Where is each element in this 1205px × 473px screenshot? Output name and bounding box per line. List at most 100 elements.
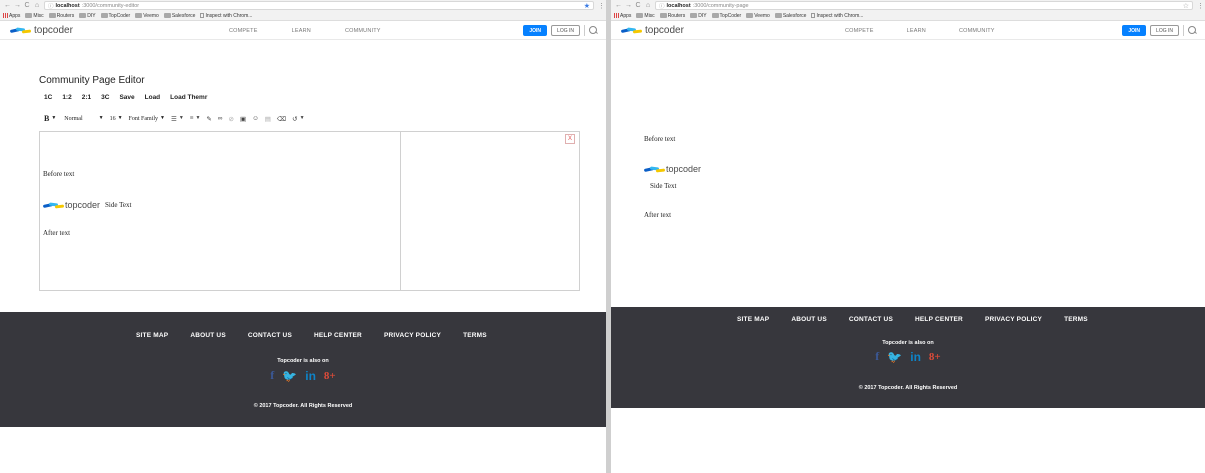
align-dropdown[interactable]: ≡ ▼ bbox=[190, 115, 201, 122]
bookmark-routers[interactable]: Routers bbox=[48, 13, 74, 19]
bookmark-misc[interactable]: Misc bbox=[636, 13, 655, 19]
bookmark-inspect[interactable]: Inspect with Chrom... bbox=[811, 13, 863, 19]
font-size-dropdown[interactable]: 16 ▼ bbox=[110, 116, 123, 122]
home-icon[interactable]: ⌂ bbox=[34, 2, 40, 10]
font-size-value: 16 bbox=[109, 115, 116, 122]
bookmark-veemo[interactable]: Veemo bbox=[746, 13, 770, 19]
before-text[interactable]: Before text bbox=[43, 170, 74, 178]
list-dropdown[interactable]: ☰ ▼ bbox=[171, 115, 184, 123]
load-theme-button[interactable]: Load Themr bbox=[170, 94, 207, 101]
bookmark-veemo[interactable]: Veemo bbox=[135, 13, 159, 19]
home-icon[interactable]: ⌂ bbox=[645, 2, 651, 10]
footer-link-help-center[interactable]: HELP CENTER bbox=[314, 332, 362, 339]
bookmark-apps[interactable]: Apps bbox=[614, 13, 631, 19]
bookmark-star-icon[interactable]: ☆ bbox=[1183, 2, 1189, 10]
save-button[interactable]: Save bbox=[119, 94, 134, 101]
bookmark-label: Misc bbox=[33, 12, 44, 19]
url-field[interactable]: ⓘ localhost:3000/community-editor ★ bbox=[44, 1, 594, 10]
layout-1-2-button[interactable]: 1:2 bbox=[62, 94, 71, 101]
back-icon[interactable]: ← bbox=[4, 2, 11, 10]
footer-link-about-us[interactable]: ABOUT US bbox=[791, 316, 827, 323]
image-icon[interactable]: ▣ bbox=[240, 115, 246, 123]
bookmark-diy[interactable]: DIY bbox=[690, 13, 707, 19]
twitter-icon[interactable]: 🐦 bbox=[282, 369, 297, 383]
back-icon[interactable]: ← bbox=[615, 2, 622, 10]
after-text[interactable]: After text bbox=[43, 229, 70, 237]
nav-compete[interactable]: COMPETE bbox=[229, 28, 258, 34]
load-button[interactable]: Load bbox=[145, 94, 161, 101]
embed-icon[interactable]: ▤ bbox=[265, 115, 271, 123]
history-dropdown[interactable]: ↺ ▼ bbox=[292, 115, 304, 123]
search-icon[interactable] bbox=[1188, 26, 1197, 35]
forward-icon[interactable]: → bbox=[625, 2, 632, 10]
url-field[interactable]: ⓘ localhost:3000/community-page ☆ bbox=[655, 1, 1193, 10]
twitter-icon[interactable]: 🐦 bbox=[887, 350, 902, 364]
menu-kebab-icon[interactable]: ⋮ bbox=[598, 2, 605, 10]
layout-2-1-button[interactable]: 2:1 bbox=[82, 94, 91, 101]
nav-compete[interactable]: COMPETE bbox=[845, 28, 874, 34]
bookmark-topcoder[interactable]: TopCoder bbox=[100, 13, 130, 19]
footer-link-site-map[interactable]: SITE MAP bbox=[136, 332, 168, 339]
bookmark-topcoder[interactable]: TopCoder bbox=[711, 13, 741, 19]
bookmark-routers[interactable]: Routers bbox=[659, 13, 685, 19]
reload-icon[interactable]: C bbox=[24, 2, 30, 10]
bookmark-inspect[interactable]: Inspect with Chrom... bbox=[200, 13, 252, 19]
footer-link-help-center[interactable]: HELP CENTER bbox=[915, 316, 963, 323]
linkedin-icon[interactable]: in bbox=[910, 350, 921, 364]
footer-link-terms[interactable]: TERMS bbox=[463, 332, 487, 339]
editor-canvas[interactable]: Before text topcoder Side Text After tex… bbox=[39, 131, 580, 291]
nav-learn[interactable]: LEARN bbox=[292, 28, 311, 34]
bookmark-salesforce[interactable]: Salesforce bbox=[163, 13, 195, 19]
inline-topcoder-logo[interactable]: topcoder Side Text bbox=[42, 200, 131, 210]
address-bar-row: ← → C ⌂ ⓘ localhost:3000/community-page … bbox=[611, 0, 1205, 11]
site-header: topcoder COMPETE LEARN COMMUNITY JOIN LO… bbox=[611, 21, 1205, 40]
bookmark-salesforce[interactable]: Salesforce bbox=[774, 13, 806, 19]
facebook-icon[interactable]: f bbox=[875, 349, 879, 364]
join-button[interactable]: JOIN bbox=[523, 25, 548, 36]
inline-topcoder-logo[interactable]: topcoder bbox=[643, 164, 701, 174]
layout-3c-button[interactable]: 3C bbox=[101, 94, 109, 101]
menu-kebab-icon[interactable]: ⋮ bbox=[1197, 2, 1204, 10]
bookmark-star-icon[interactable]: ★ bbox=[584, 2, 590, 10]
bookmark-apps[interactable]: Apps bbox=[3, 13, 20, 19]
topcoder-logo[interactable]: topcoder bbox=[620, 25, 684, 36]
block-type-dropdown[interactable]: Normal ▼ bbox=[64, 116, 103, 122]
login-button[interactable]: LOG IN bbox=[551, 25, 580, 36]
eraser-icon[interactable]: ⌫ bbox=[277, 115, 286, 123]
inline-style-dropdown[interactable]: B ▼ bbox=[44, 114, 56, 123]
social-links: f 🐦 in 8+ bbox=[0, 368, 606, 383]
footer-link-privacy-policy[interactable]: PRIVACY POLICY bbox=[985, 316, 1042, 323]
nav-community[interactable]: COMMUNITY bbox=[959, 28, 995, 34]
close-column-button[interactable]: X bbox=[565, 134, 575, 144]
nav-learn[interactable]: LEARN bbox=[907, 28, 926, 34]
side-text[interactable]: Side Text bbox=[105, 201, 131, 209]
column-divider[interactable] bbox=[400, 132, 401, 290]
search-icon[interactable] bbox=[589, 26, 598, 35]
reload-icon[interactable]: C bbox=[635, 2, 641, 10]
unlink-icon[interactable]: ⊘ bbox=[229, 115, 234, 123]
footer-link-site-map[interactable]: SITE MAP bbox=[737, 316, 769, 323]
facebook-icon[interactable]: f bbox=[270, 368, 274, 383]
join-button[interactable]: JOIN bbox=[1122, 25, 1147, 36]
footer-link-contact-us[interactable]: CONTACT US bbox=[248, 332, 292, 339]
footer-link-about-us[interactable]: ABOUT US bbox=[190, 332, 226, 339]
nav-community[interactable]: COMMUNITY bbox=[345, 28, 381, 34]
footer-link-privacy-policy[interactable]: PRIVACY POLICY bbox=[384, 332, 441, 339]
editor-window: ← → C ⌂ ⓘ localhost:3000/community-edito… bbox=[0, 0, 606, 473]
login-button[interactable]: LOG IN bbox=[1150, 25, 1179, 36]
bookmark-diy[interactable]: DIY bbox=[79, 13, 96, 19]
color-picker-icon[interactable]: ✎ bbox=[206, 115, 211, 123]
googleplus-icon[interactable]: 8+ bbox=[929, 351, 941, 363]
footer-link-contact-us[interactable]: CONTACT US bbox=[849, 316, 893, 323]
layout-1c-button[interactable]: 1C bbox=[44, 94, 52, 101]
font-family-dropdown[interactable]: Font Family ▼ bbox=[129, 116, 165, 122]
forward-icon[interactable]: → bbox=[14, 2, 21, 10]
googleplus-icon[interactable]: 8+ bbox=[324, 370, 336, 382]
link-icon[interactable]: ∞ bbox=[218, 115, 223, 122]
logo-text: topcoder bbox=[34, 24, 73, 36]
linkedin-icon[interactable]: in bbox=[305, 369, 316, 383]
footer-link-terms[interactable]: TERMS bbox=[1064, 316, 1088, 323]
topcoder-logo[interactable]: topcoder bbox=[9, 24, 73, 36]
bookmark-misc[interactable]: Misc bbox=[25, 12, 44, 19]
emoji-icon[interactable]: ☺ bbox=[252, 115, 259, 122]
